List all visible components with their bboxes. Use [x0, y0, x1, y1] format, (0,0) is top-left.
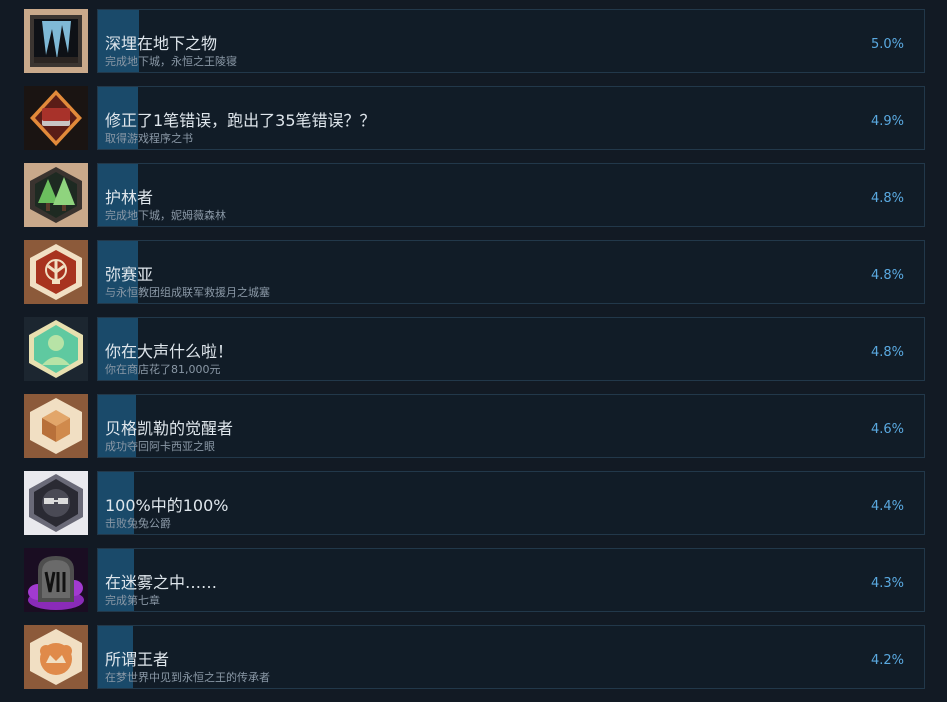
achievement-percent: 4.4% — [870, 499, 904, 514]
achievement-percent: 5.0% — [870, 37, 904, 52]
achievement-card[interactable]: 弥赛亚 与永恒教团组成联军救援月之城塞 4.8% — [97, 240, 925, 304]
red-book-icon — [24, 86, 88, 150]
achievement-title: 贝格凯勒的觉醒者 — [105, 419, 234, 438]
achievement-description: 完成地下城，妮姆薇森林 — [105, 209, 226, 222]
achievement-description: 与永恒教团组成联军救援月之城塞 — [105, 286, 270, 299]
achievement-row: 贝格凯勒的觉醒者 成功夺回阿卡西亚之眼 4.6% — [0, 394, 947, 471]
achievement-description: 成功夺回阿卡西亚之眼 — [105, 440, 215, 453]
achievement-row: 弥赛亚 与永恒教团组成联军救援月之城塞 4.8% — [0, 240, 947, 317]
achievement-percent: 4.2% — [870, 653, 904, 668]
achievement-row: 所谓王者 在梦世界中见到永恒之王的传承者 4.2% — [0, 625, 947, 702]
achievement-card[interactable]: 贝格凯勒的觉醒者 成功夺回阿卡西亚之眼 4.6% — [97, 394, 925, 458]
achievement-percent: 4.3% — [870, 576, 904, 591]
achievement-percent: 4.8% — [870, 191, 904, 206]
achievement-card[interactable]: 深埋在地下之物 完成地下城，永恒之王陵寝 5.0% — [97, 9, 925, 73]
achievement-card[interactable]: 修正了1笔错误，跑出了35笔错误？？ 取得游戏程序之书 4.9% — [97, 86, 925, 150]
achievement-description: 在梦世界中见到永恒之王的传承者 — [105, 671, 270, 684]
achievement-description: 击败兔兔公爵 — [105, 517, 171, 530]
achievement-percent: 4.9% — [870, 114, 904, 129]
achievement-row: 护林者 完成地下城，妮姆薇森林 4.8% — [0, 163, 947, 240]
achievement-percent: 4.6% — [870, 422, 904, 437]
achievement-description: 完成第七章 — [105, 594, 160, 607]
achievement-title: 弥赛亚 — [105, 265, 154, 284]
crowned-shield-icon — [24, 625, 88, 689]
achievement-card[interactable]: 护林者 完成地下城，妮姆薇森林 4.8% — [97, 163, 925, 227]
achievement-percent: 4.8% — [870, 345, 904, 360]
achievement-description: 取得游戏程序之书 — [105, 132, 193, 145]
sunglasses-bunny-icon — [24, 471, 88, 535]
achievement-title: 护林者 — [105, 188, 154, 207]
achievement-description: 完成地下城，永恒之王陵寝 — [105, 55, 237, 68]
achievement-row: 深埋在地下之物 完成地下城，永恒之王陵寝 5.0% — [0, 9, 947, 86]
flame-emblem-icon — [24, 240, 88, 304]
achievement-row: 100%中的100% 击败兔兔公爵 4.4% — [0, 471, 947, 548]
achievement-title: 深埋在地下之物 — [105, 34, 218, 53]
achievement-card[interactable]: 你在大声什么啦！ 你在商店花了81,000元 4.8% — [97, 317, 925, 381]
achievement-row: 你在大声什么啦！ 你在商店花了81,000元 4.8% — [0, 317, 947, 394]
achievement-card[interactable]: 100%中的100% 击败兔兔公爵 4.4% — [97, 471, 925, 535]
achievement-title: 100%中的100% — [105, 496, 229, 515]
achievement-description: 你在商店花了81,000元 — [105, 363, 221, 376]
achievement-title: 修正了1笔错误，跑出了35笔错误？？ — [105, 111, 376, 130]
achievement-row: 修正了1笔错误，跑出了35笔错误？？ 取得游戏程序之书 4.9% — [0, 86, 947, 163]
pine-trees-icon — [24, 163, 88, 227]
cube-crystal-icon — [24, 394, 88, 458]
silhouette-icon — [24, 317, 88, 381]
achievement-title: 在迷雾之中…… — [105, 573, 218, 592]
achievement-row: 在迷雾之中…… 完成第七章 4.3% — [0, 548, 947, 625]
achievement-card[interactable]: 在迷雾之中…… 完成第七章 4.3% — [97, 548, 925, 612]
achievement-card[interactable]: 所谓王者 在梦世界中见到永恒之王的传承者 4.2% — [97, 625, 925, 689]
cave-crystal-icon — [24, 9, 88, 73]
chapter-seven-tombstone-icon — [24, 548, 88, 612]
achievement-percent: 4.8% — [870, 268, 904, 283]
achievement-title: 所谓王者 — [105, 650, 170, 669]
achievement-list: 深埋在地下之物 完成地下城，永恒之王陵寝 5.0% 修正了1笔错误，跑出了35笔… — [0, 0, 947, 694]
achievement-title: 你在大声什么啦！ — [105, 342, 234, 361]
